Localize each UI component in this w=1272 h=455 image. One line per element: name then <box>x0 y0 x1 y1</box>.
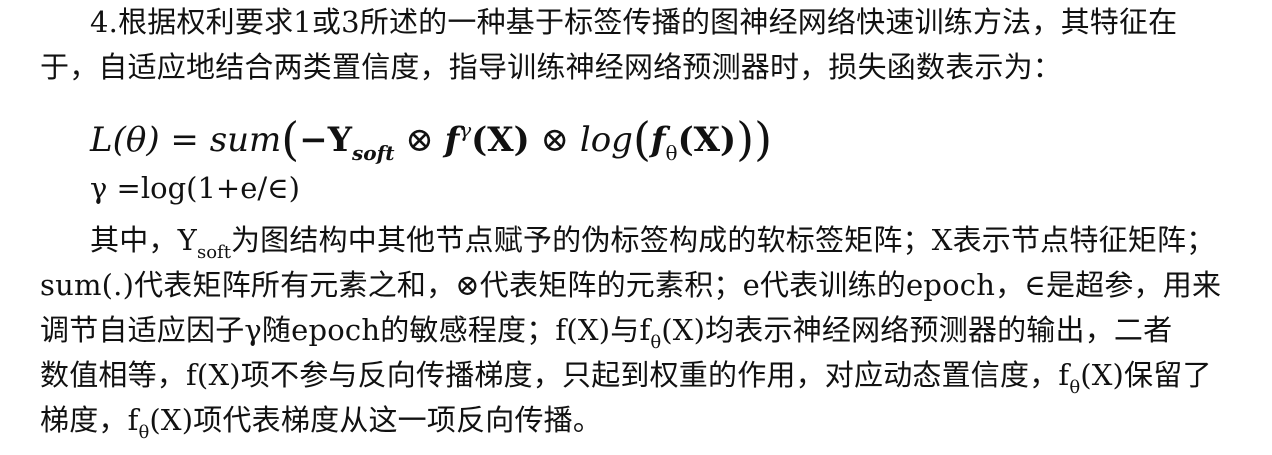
formula-f: f <box>444 120 460 160</box>
desc-line-5-sub: θ <box>138 422 150 443</box>
desc-line-3-a: 调节自适应因子γ随epoch的敏感程度；f(X)与f <box>40 313 651 347</box>
formula-close-paren-2: ) <box>736 112 755 166</box>
formula-sum: sum <box>209 120 282 160</box>
formula-f-theta: f <box>650 120 666 160</box>
formula-fx-2: (X) <box>677 120 737 160</box>
formula-open-paren: ( <box>281 112 300 166</box>
desc-line-3-sub: θ <box>650 332 662 353</box>
desc-line-4-sub: θ <box>1069 377 1081 398</box>
desc-line-1-b: 为图结构中其他节点赋予的伪标签构成的软标签矩阵；X表示节点特征矩阵； <box>230 223 1216 257</box>
formula-log: log <box>579 120 633 160</box>
desc-line-1-a: 其中，Y <box>90 223 197 257</box>
formula-y-sub: soft <box>352 141 395 165</box>
desc-line-5: 梯度，fθ(X)项代表梯度从这一项反向传播。 <box>40 398 602 455</box>
claim-line-1: 4.根据权利要求1或3所述的一种基于标签传播的图神经网络快速训练方法，其特征在 <box>90 5 1178 39</box>
formula-open-paren-2: ( <box>632 112 651 166</box>
desc-line-5-a: 梯度，f <box>40 403 139 437</box>
desc-line-3-b: (X)均表示神经网络预测器的输出，二者 <box>661 313 1173 347</box>
formula-otimes-2: ⊗ <box>529 120 580 160</box>
formula-otimes-1: ⊗ <box>394 120 445 160</box>
claim-line-2: 于，自适应地结合两类置信度，指导训练神经网络预测器时，损失函数表示为： <box>40 50 1063 84</box>
desc-line-5-b: (X)项代表梯度从这一项反向传播。 <box>149 403 603 437</box>
desc-line-1-sub: soft <box>196 242 231 263</box>
formula-gamma-sup: γ <box>459 118 472 142</box>
gamma-definition: γ =log(1+e/∈) <box>90 171 300 205</box>
formula-fx: (X) <box>471 120 530 160</box>
formula-neg-y: −Y <box>299 120 352 160</box>
formula-theta-sub: θ <box>665 141 678 165</box>
formula-close-paren: ) <box>754 112 773 166</box>
desc-line-2: sum(.)代表矩阵所有元素之和，⊗代表矩阵的元素积；e代表训练的epoch，∈… <box>40 268 1222 302</box>
formula-lhs: L(θ) = <box>90 120 210 160</box>
desc-line-4-a: 数值相等，f(X)项不参与反向传播梯度，只起到权重的作用，对应动态置信度，f <box>40 358 1070 392</box>
desc-line-4-b: (X)保留了 <box>1080 358 1212 392</box>
